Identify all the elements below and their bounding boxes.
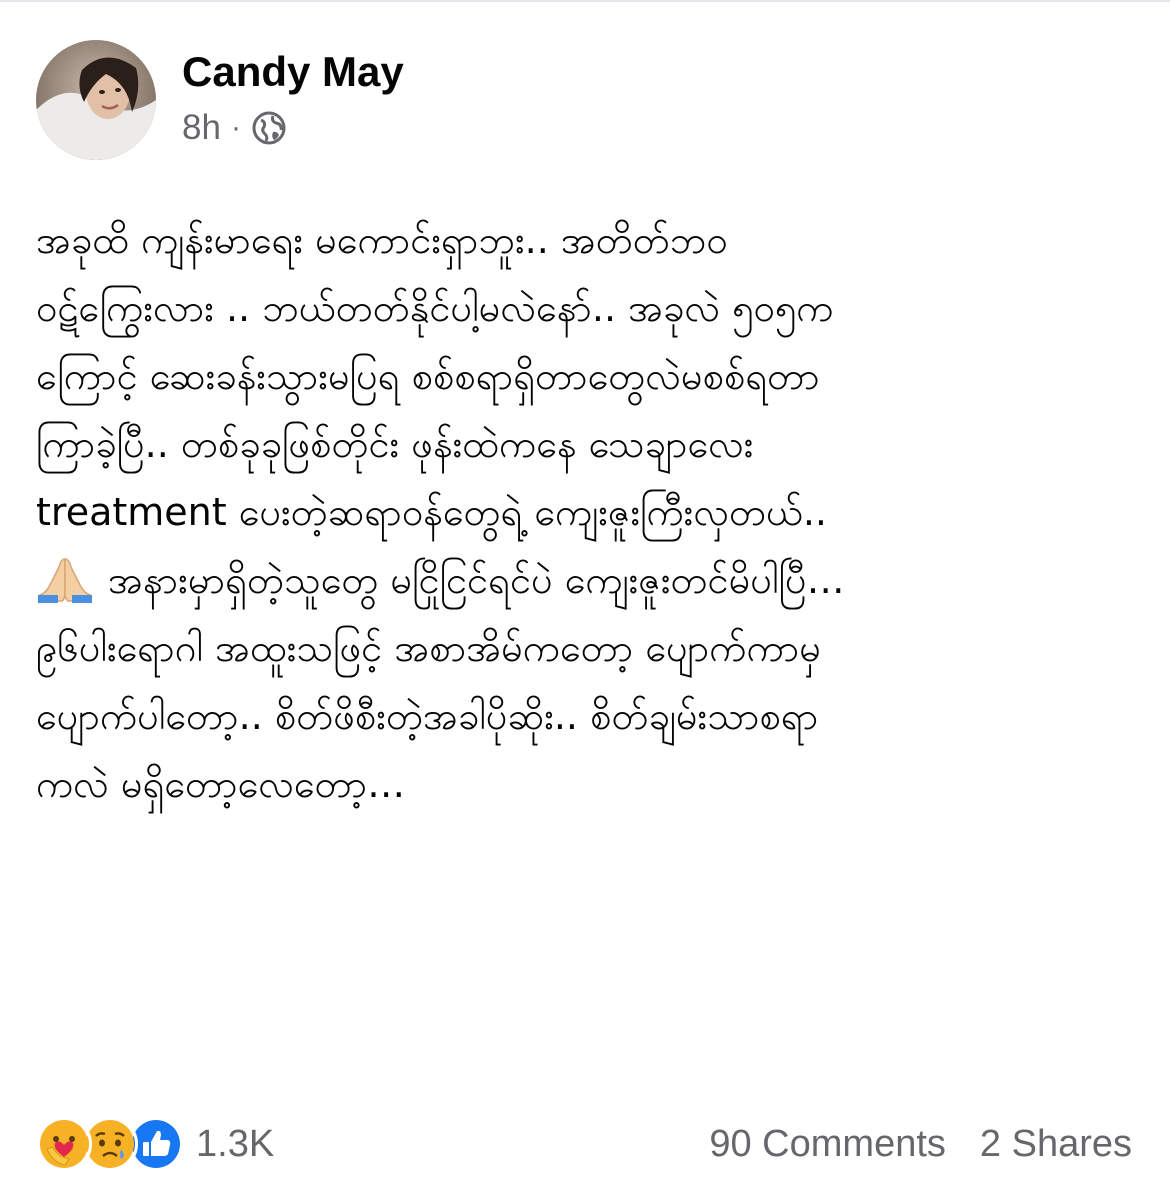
post-text-line: ကြောင့် ဆေးခန်းသွားမပြရ စစ်စရာရှိတာတွေလဲ… xyxy=(36,354,820,398)
top-divider xyxy=(0,0,1170,2)
avatar[interactable] xyxy=(36,40,156,160)
post-text-line: ကလဲ မရှိတော့လေတော့… xyxy=(36,762,406,806)
author-name[interactable]: Candy May xyxy=(182,46,404,98)
globe-icon xyxy=(251,110,287,146)
meta-separator: · xyxy=(230,111,241,144)
folded-hands-icon xyxy=(36,555,94,603)
post-meta: 8h · xyxy=(182,108,404,148)
post-text-line: အနားမှာရှိတဲ့သူတွေ မငြိုငြင်ရင်ပဲ ကျေးဇူ… xyxy=(36,546,1146,614)
post-text-line: ၉၆ပါးရောဂါ အထူးသဖြင့် အစာအိမ်ကတော့ ပျောက… xyxy=(36,626,821,670)
post-text-line: ကြာခဲ့ပြီ.. တစ်ခုခုဖြစ်တိုင်း ဖုန်းထဲကနေ… xyxy=(36,422,754,466)
reaction-count[interactable]: 1.3K xyxy=(196,1123,274,1166)
post-header: Candy May 8h · xyxy=(36,40,404,160)
reactions-summary[interactable]: 1.3K xyxy=(36,1116,274,1172)
timestamp[interactable]: 8h xyxy=(182,108,221,148)
shares-count[interactable]: 2 Shares xyxy=(980,1123,1132,1166)
post-text: အခုထိ ကျန်းမာရေး မကောင်းရှာဘူး.. အတိတ်ဘဝ… xyxy=(36,206,1146,818)
comments-count[interactable]: 90 Comments xyxy=(709,1123,946,1166)
post-text-line: အခုထိ ကျန်းမာရေး မကောင်းရှာဘူး.. အတိတ်ဘဝ xyxy=(36,218,728,262)
engagement-stats: 90 Comments 2 Shares xyxy=(709,1123,1132,1166)
post-text-line: treatment ပေးတဲ့ဆရာဝန်တွေရဲ့ ကျေးဇူးကြီး… xyxy=(36,490,827,534)
post-text-line: ပျောက်ပါတော့.. စိတ်ဖိစီးတဲ့အခါပိုဆိုး.. … xyxy=(36,694,819,738)
post-text-line: ဝဋ်ကြွေးလား .. ဘယ်တတ်နိုင်ပါ့မလဲနော်.. အ… xyxy=(36,286,834,330)
care-reaction-icon xyxy=(36,1116,92,1172)
post-footer: 1.3K 90 Comments 2 Shares xyxy=(36,1112,1132,1176)
